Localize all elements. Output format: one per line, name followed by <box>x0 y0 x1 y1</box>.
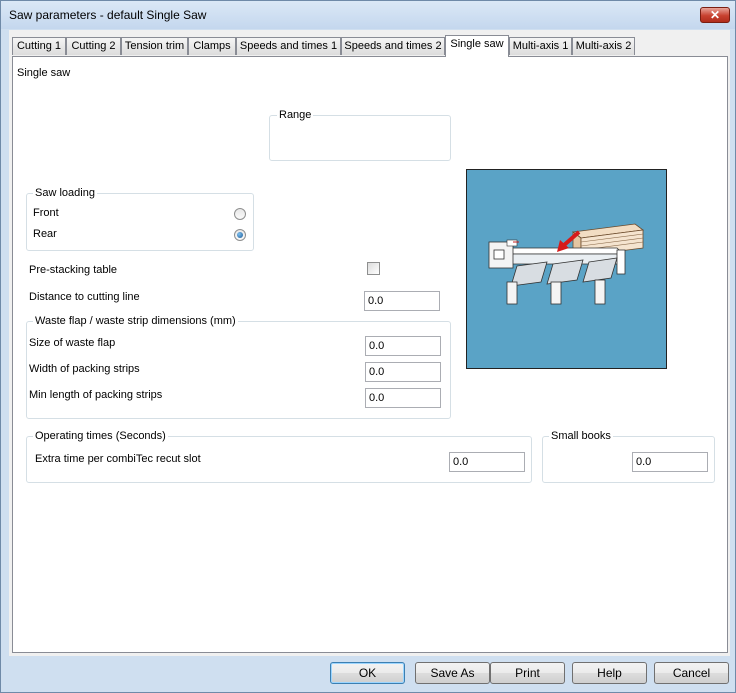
extra-time-recut-slot-label: Extra time per combiTec recut slot <box>35 453 201 465</box>
pre-stacking-table-label: Pre-stacking table <box>29 264 118 276</box>
tab-single-saw[interactable]: Single saw <box>445 35 509 57</box>
size-of-waste-flap-label: Size of waste flap <box>29 337 116 349</box>
rear-radio[interactable] <box>234 229 246 241</box>
tab-multi-axis-2[interactable]: Multi-axis 2 <box>572 37 635 55</box>
close-button[interactable]: ✕ <box>700 7 730 23</box>
small-books-group: Small books 0.0 <box>542 430 715 483</box>
dialog-client-area: Cutting 1 Cutting 2 Tension trim Clamps … <box>9 30 730 684</box>
tab-cutting-1[interactable]: Cutting 1 <box>12 37 66 55</box>
waste-dimensions-label: Waste flap / waste strip dimensions (mm) <box>33 315 238 327</box>
help-button[interactable]: Help <box>572 662 647 684</box>
saw-loading-group: Saw loading Front Rear <box>26 187 254 251</box>
save-as-button[interactable]: Save As <box>415 662 490 684</box>
range-label: Range <box>277 109 314 121</box>
window-title: Saw parameters - default Single Saw <box>9 8 207 22</box>
range-group: Range <box>269 109 451 161</box>
tab-cutting-2[interactable]: Cutting 2 <box>66 37 121 55</box>
front-option-label: Front <box>33 207 59 219</box>
width-of-packing-strips-label: Width of packing strips <box>29 363 140 375</box>
distance-to-cutting-line-field[interactable]: 0.0 <box>364 291 440 311</box>
tab-speeds-and-times-1[interactable]: Speeds and times 1 <box>236 37 341 55</box>
saw-loading-label: Saw loading <box>33 187 97 199</box>
dialog-window: Saw parameters - default Single Saw ✕ Cu… <box>0 0 736 693</box>
tab-tension-trim[interactable]: Tension trim <box>121 37 188 55</box>
tab-clamps[interactable]: Clamps <box>188 37 236 55</box>
print-button[interactable]: Print <box>490 662 565 684</box>
front-radio[interactable] <box>234 208 246 220</box>
title-bar: Saw parameters - default Single Saw ✕ <box>1 1 735 29</box>
tab-speeds-and-times-2[interactable]: Speeds and times 2 <box>341 37 445 55</box>
min-length-of-packing-strips-field[interactable]: 0.0 <box>365 388 441 408</box>
width-of-packing-strips-field[interactable]: 0.0 <box>365 362 441 382</box>
tab-multi-axis-1[interactable]: Multi-axis 1 <box>509 37 572 55</box>
rear-option-label: Rear <box>33 228 57 240</box>
operating-times-group: Operating times (Seconds) Extra time per… <box>26 430 532 483</box>
single-saw-panel: Single saw Range Saw loading Front Rear … <box>12 56 728 653</box>
ok-button[interactable]: OK <box>330 662 405 684</box>
operating-times-label: Operating times (Seconds) <box>33 430 168 442</box>
waste-dimensions-group: Waste flap / waste strip dimensions (mm)… <box>26 315 451 419</box>
min-length-of-packing-strips-label: Min length of packing strips <box>29 389 163 401</box>
distance-to-cutting-line-label: Distance to cutting line <box>29 291 140 303</box>
cancel-button[interactable]: Cancel <box>654 662 729 684</box>
saw-machine-illustration-icon <box>488 223 645 305</box>
pre-stacking-table-checkbox[interactable] <box>367 262 380 275</box>
small-books-label: Small books <box>549 430 613 442</box>
saw-preview-panel <box>466 169 667 369</box>
extra-time-recut-slot-field[interactable]: 0.0 <box>449 452 525 472</box>
size-of-waste-flap-field[interactable]: 0.0 <box>365 336 441 356</box>
small-books-field[interactable]: 0.0 <box>632 452 708 472</box>
panel-heading: Single saw <box>17 67 71 79</box>
